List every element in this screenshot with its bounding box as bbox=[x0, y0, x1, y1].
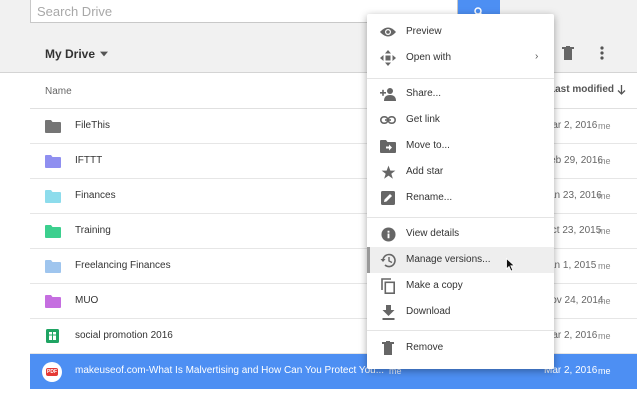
name-column-header[interactable]: Name bbox=[45, 86, 72, 97]
file-name: FileThis bbox=[75, 120, 111, 131]
rename-icon bbox=[380, 190, 396, 206]
file-name: MUO bbox=[75, 295, 99, 306]
folder-icon bbox=[45, 190, 61, 203]
file-name: makeuseof.com-What Is Malvertising and H… bbox=[75, 365, 385, 376]
folder-icon bbox=[45, 225, 61, 238]
trash-icon[interactable] bbox=[560, 45, 576, 61]
last-modified-label: Last modified bbox=[549, 84, 615, 95]
menu-item-preview[interactable]: Preview bbox=[367, 19, 554, 45]
menu-item-label: Move to... bbox=[406, 140, 450, 151]
file-owner: me bbox=[598, 261, 611, 271]
menu-item-add-star[interactable]: Add star bbox=[367, 159, 554, 185]
sheets-icon bbox=[46, 329, 59, 343]
file-owner: me bbox=[598, 366, 611, 376]
folder-icon bbox=[45, 120, 61, 133]
file-owner: me bbox=[598, 226, 611, 236]
menu-item-label: Get link bbox=[406, 114, 440, 125]
file-owner: me bbox=[598, 191, 611, 201]
copy-icon bbox=[380, 278, 396, 294]
more-vert-icon[interactable] bbox=[594, 45, 610, 61]
folder-icon bbox=[45, 155, 61, 168]
file-name: social promotion 2016 bbox=[75, 330, 173, 341]
menu-item-label: Download bbox=[406, 306, 451, 317]
move-folder-icon bbox=[380, 138, 396, 154]
star-icon bbox=[380, 164, 396, 180]
menu-item-label: Preview bbox=[406, 26, 442, 37]
my-drive-menu[interactable]: My Drive bbox=[45, 47, 109, 61]
menu-item-label: Share... bbox=[406, 88, 442, 99]
last-modified-column-header[interactable]: Last modified bbox=[549, 84, 626, 95]
context-menu: Preview Open with › Share... Get link Mo… bbox=[367, 14, 554, 369]
trash-icon bbox=[380, 340, 396, 356]
caret-down-icon bbox=[100, 51, 109, 57]
menu-divider bbox=[367, 217, 554, 218]
menu-item-view-details[interactable]: View details bbox=[367, 221, 554, 247]
arrow-down-icon bbox=[617, 84, 626, 95]
link-icon bbox=[380, 112, 396, 128]
menu-item-open-with[interactable]: Open with › bbox=[367, 45, 554, 71]
file-owner: me bbox=[598, 156, 611, 166]
menu-item-label: View details bbox=[406, 228, 460, 239]
menu-item-make-copy[interactable]: Make a copy bbox=[367, 273, 554, 299]
history-icon bbox=[380, 252, 396, 268]
info-icon bbox=[380, 226, 396, 242]
eye-icon bbox=[380, 24, 396, 40]
menu-item-label: Open with bbox=[406, 52, 452, 63]
menu-item-share[interactable]: Share... bbox=[367, 81, 554, 107]
file-owner: me bbox=[598, 296, 611, 306]
menu-item-label: Manage versions... bbox=[406, 254, 491, 265]
menu-divider bbox=[367, 330, 554, 331]
menu-item-label: Add star bbox=[406, 166, 444, 177]
mouse-cursor-icon bbox=[506, 258, 516, 272]
folder-icon bbox=[45, 260, 61, 273]
file-name: Freelancing Finances bbox=[75, 260, 171, 271]
folder-icon bbox=[45, 295, 61, 308]
menu-item-move-to[interactable]: Move to... bbox=[367, 133, 554, 159]
file-name: Finances bbox=[75, 190, 116, 201]
menu-item-rename[interactable]: Rename... bbox=[367, 185, 554, 211]
file-owner: me bbox=[598, 331, 611, 341]
menu-item-remove[interactable]: Remove bbox=[367, 335, 554, 361]
menu-item-label: Make a copy bbox=[406, 280, 463, 291]
menu-item-download[interactable]: Download bbox=[367, 299, 554, 325]
menu-item-get-link[interactable]: Get link bbox=[367, 107, 554, 133]
my-drive-title: My Drive bbox=[45, 47, 96, 61]
download-icon bbox=[380, 304, 396, 320]
chevron-right-icon: › bbox=[535, 51, 539, 62]
pdf-icon: PDF bbox=[42, 362, 62, 382]
menu-item-manage-versions[interactable]: Manage versions... bbox=[367, 247, 554, 273]
add-person-icon bbox=[380, 86, 396, 102]
menu-item-label: Rename... bbox=[406, 192, 453, 203]
file-name: IFTTT bbox=[75, 155, 103, 166]
file-name: Training bbox=[75, 225, 111, 236]
menu-divider bbox=[367, 78, 554, 79]
open-with-icon bbox=[380, 50, 396, 66]
file-owner: me bbox=[598, 121, 611, 131]
menu-item-label: Remove bbox=[406, 342, 444, 353]
